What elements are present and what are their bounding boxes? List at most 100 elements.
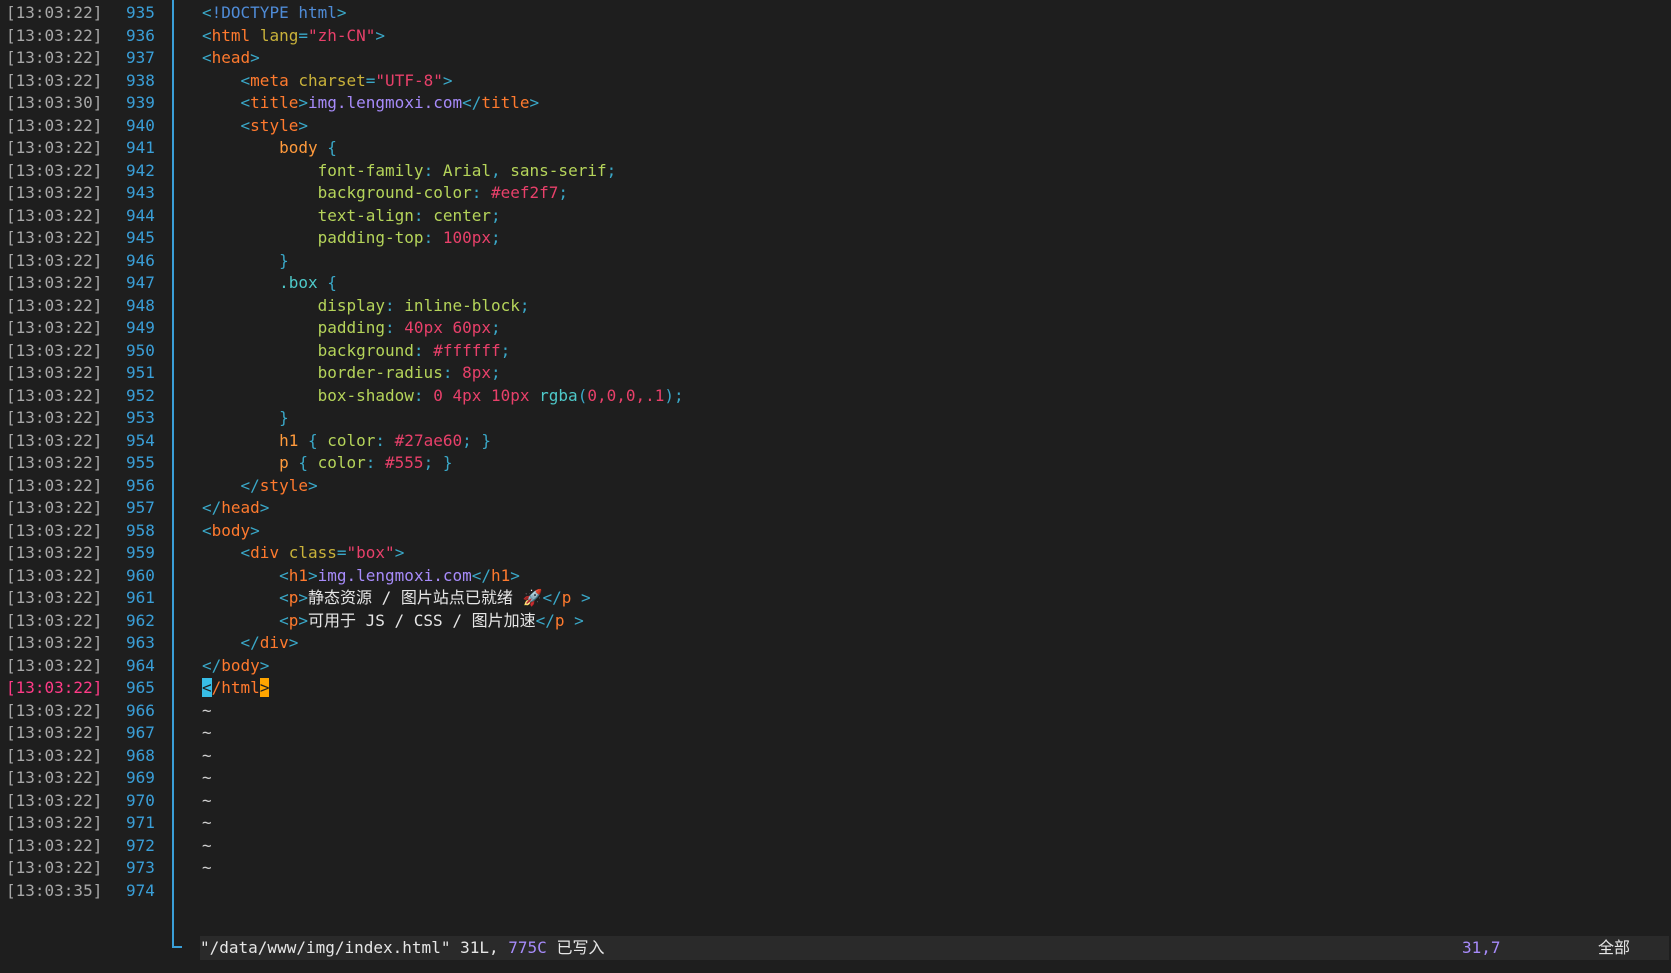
editor-line[interactable]: [13:03:22] 961 <p>静态资源 / 图片站点已就绪 🚀</p >	[0, 586, 1671, 610]
code-token: html	[211, 25, 260, 45]
editor-line[interactable]: [13:03:22] 944 text-align: center;	[0, 204, 1671, 228]
editor-line[interactable]: [13:03:30] 939 <title>img.lengmoxi.com</t…	[0, 91, 1671, 115]
editor-line[interactable]: [13:03:22] 945 padding-top: 100px;	[0, 226, 1671, 250]
code-token: :	[385, 318, 405, 337]
editor-line[interactable]: [13:03:22] 941 body {	[0, 136, 1671, 160]
line-number: 973	[126, 858, 155, 877]
editor-line[interactable]: [13:03:22] 935 <!DOCTYPE html>	[0, 1, 1671, 25]
code-token: <	[202, 48, 212, 67]
editor-line[interactable]: [13:03:22] 942 font-family: Arial, sans-s…	[0, 159, 1671, 183]
line-number: 960	[126, 565, 155, 585]
code-token: #27ae60	[394, 430, 463, 450]
editor-line[interactable]: [13:03:35] 974	[0, 879, 1671, 903]
line-number: 946	[126, 250, 155, 270]
editor-line[interactable]: [13:03:22] 972 ~	[0, 834, 1671, 858]
editor-line[interactable]: [13:03:22] 953 }	[0, 406, 1671, 430]
code-token: :	[413, 340, 434, 360]
editor-line[interactable]: [13:03:22] 963 </div>	[0, 631, 1671, 655]
editor-line[interactable]: [13:03:22] 951 border-radius: 8px;	[0, 361, 1671, 385]
editor-line[interactable]: [13:03:22] 947 .box {	[0, 271, 1671, 295]
timestamp: [13:03:22]	[6, 250, 103, 270]
line-number: 961	[126, 588, 155, 607]
editor-line[interactable]: [13:03:22] 936 <html lang="zh-CN">	[0, 24, 1671, 48]
code-token: <	[279, 610, 289, 630]
editor-line[interactable]: [13:03:22] 970 ~	[0, 789, 1671, 813]
code-token: 100px	[442, 228, 491, 247]
editor-line[interactable]: [13:03:22] 959 <div class="box">	[0, 541, 1671, 565]
timestamp: [13:03:22]	[6, 48, 103, 67]
code-token: >	[307, 475, 318, 495]
gutter-line	[172, 0, 174, 948]
editor-line[interactable]: [13:03:22] 950 background: #ffffff;	[0, 339, 1671, 363]
code-token: style	[250, 115, 299, 135]
editor-line[interactable]: [13:03:22] 956 </style>	[0, 474, 1671, 498]
timestamp: [13:03:22]	[6, 678, 103, 697]
editor-line[interactable]: [13:03:22] 948 display: inline-block;	[0, 294, 1671, 318]
code-token: >	[259, 498, 270, 517]
code-token: p	[554, 610, 565, 630]
code-token: h1	[279, 430, 308, 450]
code-content: <p>静态资源 / 图片站点已就绪 🚀</p >	[202, 586, 591, 610]
code-token: div	[250, 543, 289, 562]
cursor: <	[202, 678, 212, 697]
code-token: >	[336, 3, 347, 22]
code-content: ~	[202, 834, 212, 858]
timestamp: [13:03:22]	[6, 498, 103, 517]
code-token: >	[298, 610, 308, 630]
editor-line[interactable]: [13:03:22] 968 ~	[0, 744, 1671, 768]
code-token: ;	[490, 205, 501, 225]
code-content: <html lang="zh-CN">	[202, 24, 385, 48]
editor-line[interactable]: [13:03:22] 965 </html>	[0, 676, 1671, 700]
timestamp: [13:03:22]	[6, 430, 103, 450]
editor-line[interactable]: [13:03:22] 955 p { color: #555; }	[0, 451, 1671, 475]
code-token: ;	[491, 228, 501, 247]
timestamp: [13:03:22]	[6, 70, 103, 90]
line-number: 939	[126, 93, 155, 112]
editor-line[interactable]: [13:03:22] 964 </body>	[0, 654, 1671, 678]
editor-line[interactable]: [13:03:22] 958 <body>	[0, 519, 1671, 543]
code-token: padding	[317, 318, 386, 337]
editor-line[interactable]: [13:03:22] 957 </head>	[0, 496, 1671, 520]
editor-line[interactable]: [13:03:22] 943 background-color: #eef2f7;	[0, 181, 1671, 205]
editor-line[interactable]: [13:03:22] 940 <style>	[0, 114, 1671, 138]
code-token: lang	[259, 25, 299, 45]
code-token: >	[250, 520, 260, 540]
editor-line[interactable]: [13:03:22] 962 <p>可用于 JS / CSS / 图片加速</p …	[0, 609, 1671, 633]
code-token: :	[423, 160, 443, 180]
code-token: #eef2f7	[490, 183, 559, 202]
timestamp: [13:03:22]	[6, 363, 103, 382]
timestamp: [13:03:22]	[6, 228, 103, 247]
editor-line[interactable]: [13:03:22] 973 ~	[0, 856, 1671, 880]
editor-line[interactable]: [13:03:22] 960 <h1>img.lengmoxi.com</h1>	[0, 564, 1671, 588]
code-content: }	[202, 249, 289, 273]
editor-line[interactable]: [13:03:22] 946 }	[0, 249, 1671, 273]
code-content: h1 { color: #27ae60; }	[202, 429, 491, 453]
line-number: 972	[126, 835, 155, 855]
code-token: font-family	[317, 160, 424, 180]
cursor: >	[259, 678, 270, 697]
code-content: <title>img.lengmoxi.com</title>	[202, 91, 540, 115]
line-number: 971	[126, 813, 155, 832]
editor-line[interactable]: [13:03:22] 937 <head>	[0, 46, 1671, 70]
timestamp: [13:03:22]	[6, 565, 103, 585]
editor-line[interactable]: [13:03:22] 966 ~	[0, 699, 1671, 723]
editor-line[interactable]: [13:03:22] 971 ~	[0, 811, 1671, 835]
editor-line[interactable]: [13:03:22] 969 ~	[0, 766, 1671, 790]
line-number: 964	[126, 655, 155, 675]
editor-line[interactable]: [13:03:22] 949 padding: 40px 60px;	[0, 316, 1671, 340]
line-number: 947	[126, 273, 155, 292]
editor-line[interactable]: [13:03:22] 952 box-shadow: 0 4px 10px rgb…	[0, 384, 1671, 408]
empty-line-marker: ~	[202, 790, 212, 810]
status-line-count: 31L,	[460, 938, 499, 957]
editor-line[interactable]: [13:03:22] 954 h1 { color: #27ae60; }	[0, 429, 1671, 453]
editor-line[interactable]: [13:03:22] 938 <meta charset="UTF-8">	[0, 69, 1671, 93]
editor-line[interactable]: [13:03:22] 967 ~	[0, 721, 1671, 745]
timestamp: [13:03:22]	[6, 475, 103, 495]
code-content: ~	[202, 811, 212, 835]
code-content: ~	[202, 744, 212, 768]
